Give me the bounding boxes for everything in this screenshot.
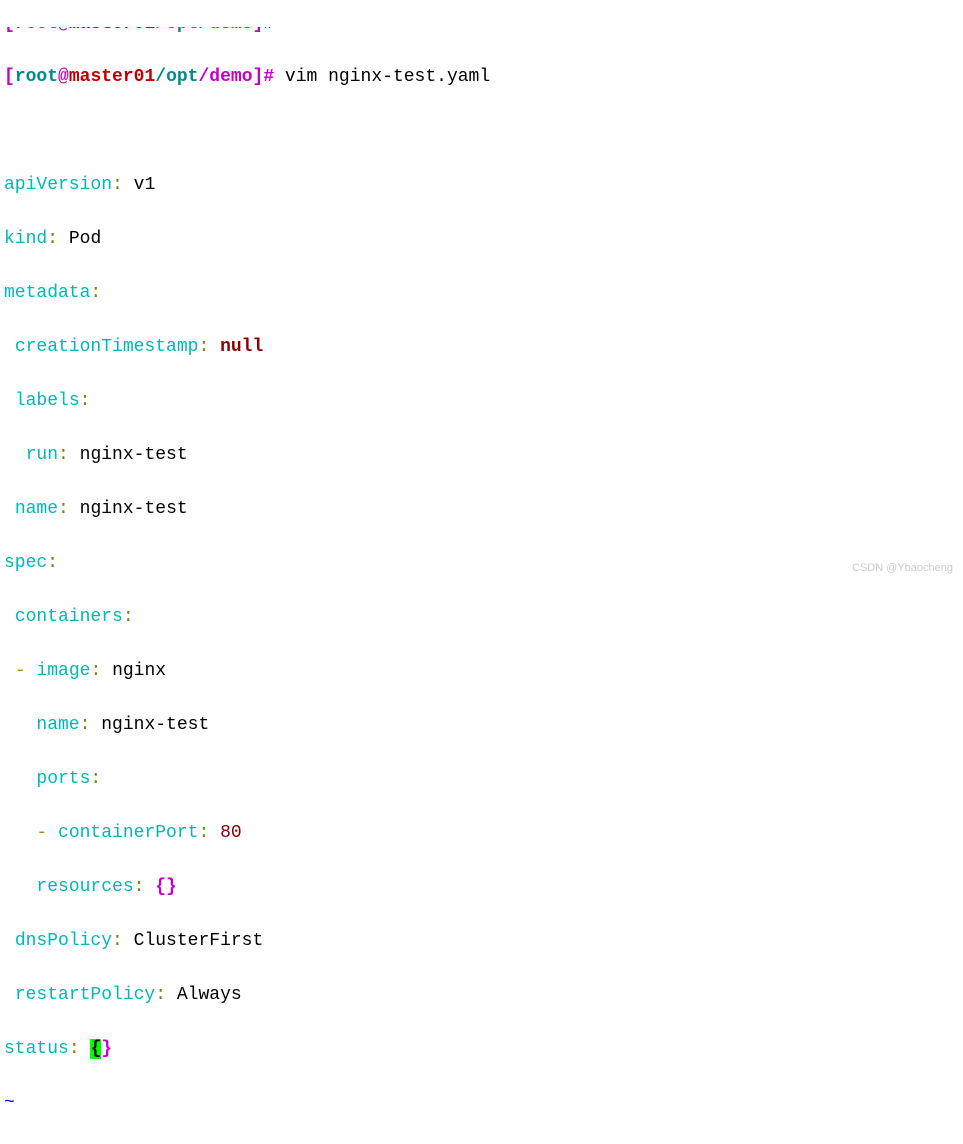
val-run: nginx-test: [80, 445, 188, 465]
yaml-line-creationtimestamp: creationTimestamp: null: [4, 334, 959, 361]
key-resources: resources: [36, 877, 133, 897]
tilde-icon: ~: [4, 1093, 15, 1113]
partial-line-top: [root@master01/opt/demo]#: [4, 27, 959, 37]
prompt-command: vim nginx-test.yaml: [274, 67, 490, 87]
prompt-host: master01: [69, 67, 155, 87]
prompt-line: [root@master01/opt/demo]# vim nginx-test…: [4, 64, 959, 91]
val-resources: {}: [155, 877, 177, 897]
list-dash: -: [15, 661, 26, 681]
yaml-line-kind: kind: Pod: [4, 226, 959, 253]
key-image: image: [36, 661, 90, 681]
key-creationtimestamp: creationTimestamp: [15, 337, 199, 357]
key-kind: kind: [4, 229, 47, 249]
prompt-at: @: [58, 67, 69, 87]
key-containers: containers: [15, 607, 123, 627]
yaml-line-status: status: {}: [4, 1036, 959, 1063]
yaml-line-run: run: nginx-test: [4, 442, 959, 469]
val-restartpolicy: Always: [177, 985, 242, 1005]
key-restartpolicy: restartPolicy: [15, 985, 155, 1005]
key-run: run: [26, 445, 58, 465]
prompt-user: root: [15, 67, 58, 87]
yaml-line-ports: ports:: [4, 766, 959, 793]
yaml-line-restartpolicy: restartPolicy: Always: [4, 982, 959, 1009]
val-apiversion: v1: [134, 175, 156, 195]
val-image: nginx: [112, 661, 166, 681]
yaml-line-labels: labels:: [4, 388, 959, 415]
yaml-line-apiversion: apiVersion: v1: [4, 172, 959, 199]
yaml-line-meta-name: name: nginx-test: [4, 496, 959, 523]
prompt-user: root: [15, 27, 58, 34]
key-metadata: metadata: [4, 283, 90, 303]
vim-tilde-line: ~: [4, 1090, 959, 1117]
key-spec: spec: [4, 553, 47, 573]
yaml-line-cont-name: name: nginx-test: [4, 712, 959, 739]
watermark-text: CSDN @Ybaocheng: [852, 560, 953, 577]
val-containerport: 80: [220, 823, 242, 843]
val-cont-name: nginx-test: [101, 715, 209, 735]
yaml-line-containerport: - containerPort: 80: [4, 820, 959, 847]
prompt-bracket-close: ]: [253, 67, 264, 87]
val-kind: Pod: [69, 229, 101, 249]
key-cont-name: name: [36, 715, 79, 735]
key-containerport: containerPort: [58, 823, 198, 843]
yaml-line-metadata: metadata:: [4, 280, 959, 307]
prompt-bracket-open: [: [4, 67, 15, 87]
list-dash: -: [36, 823, 47, 843]
val-dnspolicy: ClusterFirst: [134, 931, 264, 951]
prompt-path-demo: /demo: [198, 67, 252, 87]
val-creationtimestamp: null: [220, 337, 263, 357]
key-meta-name: name: [15, 499, 58, 519]
brace-close: }: [101, 1039, 112, 1059]
prompt-hash: #: [263, 27, 274, 34]
blank-line: [4, 118, 959, 145]
prompt-path-demo: /demo: [198, 27, 252, 34]
prompt-path-opt: /opt: [155, 67, 198, 87]
yaml-line-image: - image: nginx: [4, 658, 959, 685]
cursor-brace-open: {: [90, 1039, 101, 1059]
prompt-host: master01: [69, 27, 155, 34]
key-dnspolicy: dnsPolicy: [15, 931, 112, 951]
val-meta-name: nginx-test: [80, 499, 188, 519]
yaml-line-dnspolicy: dnsPolicy: ClusterFirst: [4, 928, 959, 955]
prompt-bracket-open: [: [4, 27, 15, 34]
prompt-hash: #: [263, 67, 274, 87]
yaml-line-spec: spec:: [4, 550, 959, 577]
prompt-path-opt: /opt: [155, 27, 198, 34]
key-labels: labels: [15, 391, 80, 411]
yaml-line-resources: resources: {}: [4, 874, 959, 901]
yaml-line-containers: containers:: [4, 604, 959, 631]
key-ports: ports: [36, 769, 90, 789]
key-apiversion: apiVersion: [4, 175, 112, 195]
prompt-bracket-close: ]: [253, 27, 264, 34]
terminal-content[interactable]: [root@master01/opt/demo]# [root@master01…: [0, 0, 963, 1144]
key-status: status: [4, 1039, 69, 1059]
prompt-at: @: [58, 27, 69, 34]
